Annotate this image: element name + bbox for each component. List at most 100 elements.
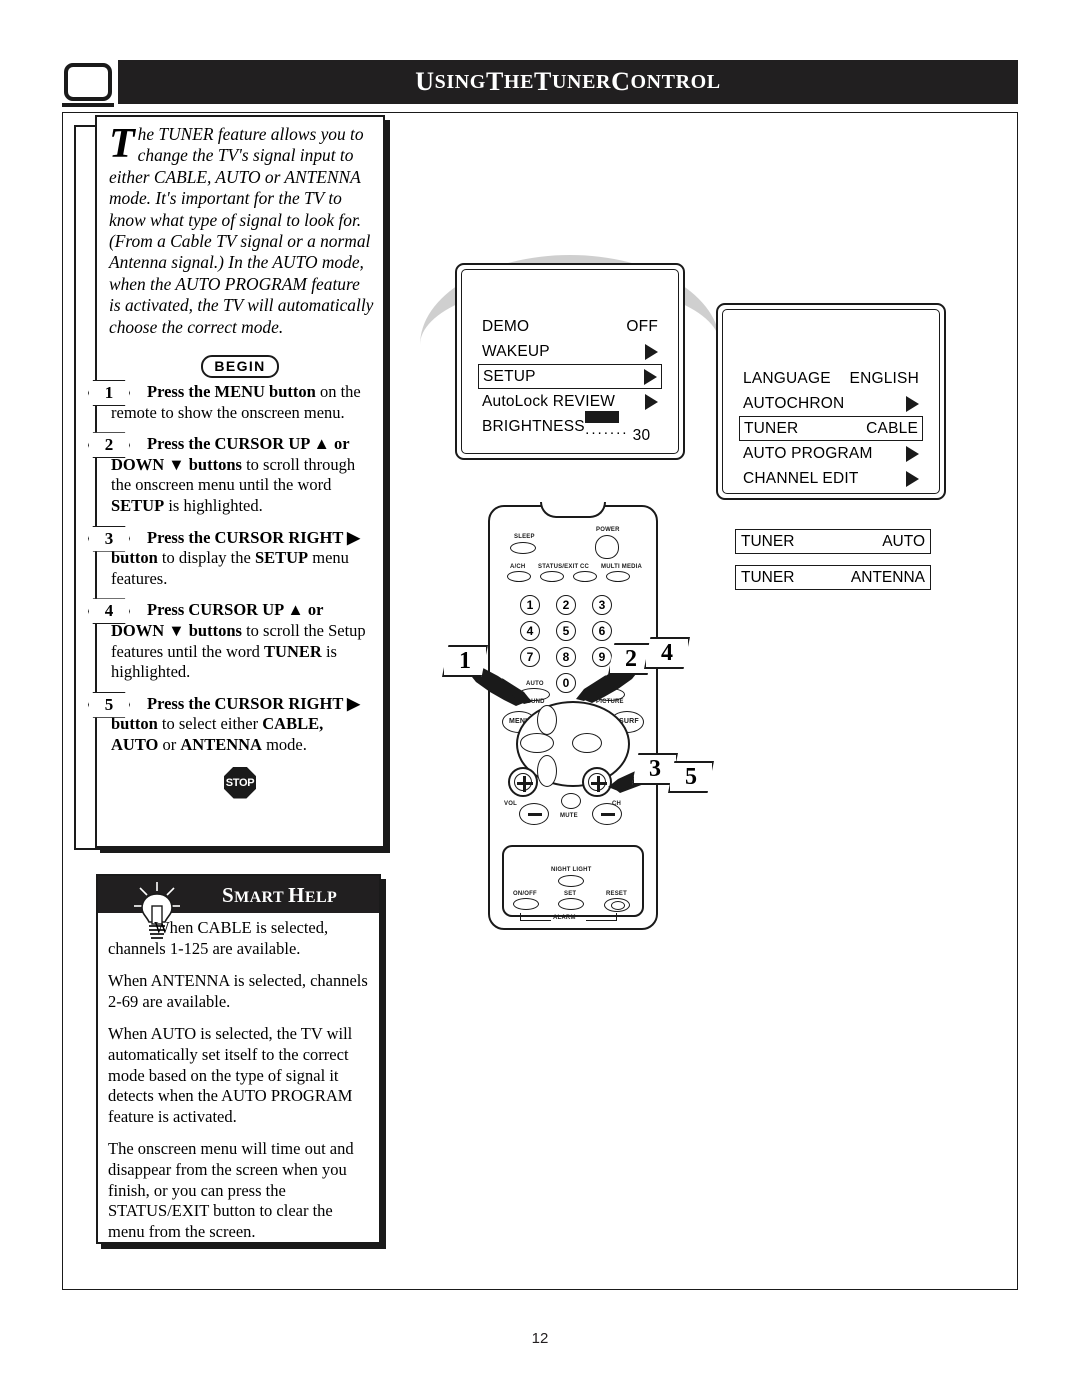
step-1-text: Press the MENU button on the remote to s… xyxy=(111,382,361,422)
remote-button-ach[interactable] xyxy=(507,571,531,582)
smart-help-title: SMART HELP xyxy=(222,883,338,907)
osd-setup-row-0-value: ENGLISH xyxy=(849,369,919,387)
onscreen-menu-setup-inner: LANGUAGE ENGLISH AUTOCHRON TUNER CABLE AUT… xyxy=(722,309,940,494)
onscreen-menu-main-inner: DEMO OFF WAKEUP SETUP AutoLock REVIEW BRI… xyxy=(461,269,679,454)
osd-main-row-1-arrow xyxy=(645,343,658,360)
remote-button-vol-up[interactable] xyxy=(508,767,538,797)
begin-badge-wrap: BEGIN xyxy=(97,355,383,378)
page-number: 12 xyxy=(531,1330,549,1347)
intro-dropcap: T xyxy=(109,121,135,167)
page-header-bar: U SING T HE T UNER C ONTROL xyxy=(118,60,1018,104)
remote-button-vol-down[interactable] xyxy=(519,803,549,825)
remote-button-1[interactable]: 1 xyxy=(520,595,540,615)
osd-setup-row-1[interactable]: AUTOCHRON xyxy=(739,391,923,416)
remote-button-sleep[interactable] xyxy=(510,542,536,554)
step-5-text: Press the CURSOR RIGHT ▶ button to selec… xyxy=(111,693,360,754)
callout-4: 4 xyxy=(644,637,690,669)
osd-main-row-2-label: SETUP xyxy=(483,367,536,385)
step-4-text: Press CURSOR UP ▲ or DOWN ▼ buttons to s… xyxy=(111,600,366,682)
onscreen-menu-setup: LANGUAGE ENGLISH AUTOCHRON TUNER CABLE AUT… xyxy=(716,303,946,500)
remote-label-reset: RESET xyxy=(606,891,628,897)
tuner-auto-label: TUNER xyxy=(741,532,795,550)
remote-label-sleep: SLEEP xyxy=(514,534,535,540)
callout-5-number: 5 xyxy=(685,763,697,790)
step-2: 2 Press the CURSOR UP ▲ or DOWN ▼ button… xyxy=(88,432,383,516)
step-3-number: 3 xyxy=(88,525,130,552)
callout-3-number: 3 xyxy=(649,755,661,782)
callout-2-number: 2 xyxy=(625,645,637,672)
osd-main-row-0-value: OFF xyxy=(626,317,658,335)
step-4: 4 Press CURSOR UP ▲ or DOWN ▼ buttons to… xyxy=(88,598,383,682)
remote-button-6[interactable]: 6 xyxy=(592,621,612,641)
remote-button-4[interactable]: 4 xyxy=(520,621,540,641)
smart-help-paragraph-4: The onscreen menu will time out and disa… xyxy=(108,1139,354,1241)
osd-main-row-4[interactable]: BRIGHTNESS ······· 30 xyxy=(478,411,662,444)
callout-1: 1 xyxy=(442,645,488,677)
remote-button-multi-media[interactable] xyxy=(606,571,630,582)
remote-label-alarm: ALARM xyxy=(553,915,576,921)
remote-label-set: SET xyxy=(564,891,577,897)
remote-label-on-off: ON/OFF xyxy=(513,891,537,897)
remote-button-ch-down[interactable] xyxy=(592,803,622,825)
alarm-bracket-right xyxy=(586,913,617,921)
osd-main-row-2[interactable]: SETUP xyxy=(478,364,662,389)
osd-main-row-1-label: WAKEUP xyxy=(482,342,550,360)
tuner-antenna-label: TUNER xyxy=(741,568,795,586)
osd-setup-row-4[interactable]: CHANNEL EDIT xyxy=(739,466,923,491)
osd-main-row-1[interactable]: WAKEUP xyxy=(478,339,662,364)
osd-setup-row-4-arrow xyxy=(906,470,919,487)
osd-main-row-4-value: ······· 30 xyxy=(584,409,658,445)
remote-cursor-left[interactable] xyxy=(520,733,554,753)
remote-top-notch xyxy=(540,502,606,518)
step-3-text: Press the CURSOR RIGHT ▶ button to displ… xyxy=(111,527,360,588)
osd-main-row-0[interactable]: DEMO OFF xyxy=(478,314,662,339)
steps-list: 1 Press the MENU button on the remote to… xyxy=(88,380,383,799)
tuner-value-auto: TUNER AUTO xyxy=(735,529,931,554)
remote-button-5[interactable]: 5 xyxy=(556,621,576,641)
steps-panel: The TUNER feature allows you to change t… xyxy=(88,115,385,848)
callout-5: 5 xyxy=(668,761,714,793)
osd-setup-row-2[interactable]: TUNER CABLE xyxy=(739,416,923,441)
remote-button-set[interactable] xyxy=(558,898,584,910)
smart-help-paragraph-2: When ANTENNA is selected, channels 2-69 … xyxy=(108,971,368,1011)
osd-main-row-0-label: DEMO xyxy=(482,317,530,335)
callout-4-number: 4 xyxy=(661,639,673,666)
tuner-auto-value: AUTO xyxy=(882,532,925,550)
remote-label-status-exit: STATUS/EXIT xyxy=(538,564,579,570)
step-2-text: Press the CURSOR UP ▲ or DOWN ▼ buttons … xyxy=(111,434,356,515)
page-title: U SING T HE T UNER C ONTROL xyxy=(415,67,721,96)
stop-badge-wrap: STOP xyxy=(97,766,383,799)
osd-main-row-3-arrow xyxy=(645,393,658,410)
illustration-area: DEMO OFF WAKEUP SETUP AutoLock REVIEW BRI… xyxy=(410,255,980,995)
remote-button-reset[interactable] xyxy=(604,898,630,912)
step-1: 1 Press the MENU button on the remote to… xyxy=(88,380,383,423)
tv-screen-icon xyxy=(64,63,112,101)
remote-cursor-down[interactable] xyxy=(537,755,557,787)
osd-setup-row-2-label: TUNER xyxy=(744,419,799,437)
remote-button-mute[interactable] xyxy=(561,793,581,809)
remote-button-2[interactable]: 2 xyxy=(556,595,576,615)
remote-button-power[interactable] xyxy=(595,535,619,559)
osd-main-row-4-label: BRIGHTNESS xyxy=(482,417,585,435)
osd-setup-row-2-value: CABLE xyxy=(866,419,918,437)
step-3: 3 Press the CURSOR RIGHT ▶ button to dis… xyxy=(88,525,383,590)
osd-setup-row-3-arrow xyxy=(906,445,919,462)
smart-help-body: When CABLE is selected, channels 1-125 a… xyxy=(108,918,370,1254)
step-2-number: 2 xyxy=(88,432,130,459)
osd-setup-row-3[interactable]: AUTO PROGRAM xyxy=(739,441,923,466)
remote-button-night-light[interactable] xyxy=(558,875,584,887)
remote-label-cc: CC xyxy=(580,564,590,570)
remote-button-3[interactable]: 3 xyxy=(592,595,612,615)
smart-help-paragraph-3: When AUTO is selected, the TV will autom… xyxy=(108,1024,353,1126)
onscreen-menu-main: DEMO OFF WAKEUP SETUP AutoLock REVIEW BRI… xyxy=(455,263,685,460)
remote-button-cc[interactable] xyxy=(573,571,597,582)
osd-setup-row-3-label: AUTO PROGRAM xyxy=(743,444,873,462)
tuner-antenna-value: ANTENNA xyxy=(850,568,925,586)
remote-button-status-exit[interactable] xyxy=(540,571,564,582)
remote-label-power: POWER xyxy=(596,527,620,533)
remote-label-vol: VOL xyxy=(504,801,517,807)
remote-button-on-off[interactable] xyxy=(513,898,539,910)
osd-setup-row-0[interactable]: LANGUAGE ENGLISH xyxy=(739,366,923,391)
remote-label-ach: A/CH xyxy=(510,564,526,570)
stop-badge: STOP xyxy=(224,766,256,799)
